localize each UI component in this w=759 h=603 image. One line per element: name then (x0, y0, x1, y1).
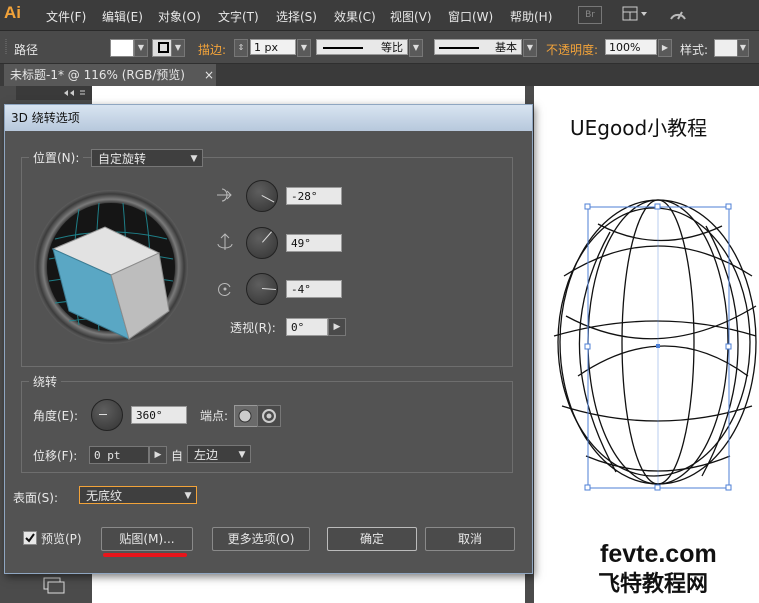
menu-view[interactable]: 视图(V) (390, 8, 432, 25)
dialog-title[interactable]: 3D 绕转选项 (5, 105, 532, 131)
cap-solid-icon (238, 409, 252, 423)
revolve-options-dialog: 3D 绕转选项 位置(N): 自定旋转 ▼ -28° 49° -4° 透视(R)… (4, 104, 533, 574)
graphic-style-swatch[interactable] (714, 39, 738, 57)
cap-hollow-icon (262, 409, 276, 423)
revolve-group-label: 绕转 (29, 373, 62, 390)
position-label: 位置(N): (29, 149, 84, 167)
fill-dropdown-icon[interactable]: ▼ (134, 39, 148, 57)
profile-dropdown-icon[interactable]: ▼ (409, 39, 423, 57)
cap-on-button[interactable] (234, 405, 258, 427)
surface-label: 表面(S): (13, 491, 59, 505)
highlight-underline (103, 553, 187, 557)
menu-edit[interactable]: 编辑(E) (102, 8, 143, 25)
angle-dial[interactable] (91, 399, 123, 431)
menu-window[interactable]: 窗口(W) (448, 8, 493, 25)
z-rotation-field[interactable]: -4° (286, 280, 342, 298)
x-rotation-dial[interactable] (246, 180, 278, 212)
checkmark-icon (25, 533, 35, 543)
wireframe-sphere[interactable] (526, 196, 759, 496)
control-bar: 路径 ▼ ▼ 描边: ⇕ 1 px ▼ 等比 ▼ 基本 ▼ 不透明度: 100%… (0, 31, 759, 64)
offset-arrow-icon[interactable]: ▶ (149, 446, 167, 464)
perspective-field[interactable]: 0° (286, 318, 328, 336)
chevron-down-icon: ▼ (190, 154, 198, 164)
x-axis-rotation-icon (217, 188, 232, 202)
opacity-field[interactable]: 100% (605, 39, 657, 55)
stroke-weight-dropdown-icon[interactable]: ▼ (297, 39, 311, 57)
menu-help[interactable]: 帮助(H) (510, 8, 552, 25)
cap-off-button[interactable] (257, 405, 281, 427)
map-art-button[interactable]: 贴图(M)... (101, 527, 193, 551)
path-label: 路径 (14, 43, 39, 57)
document-tab[interactable]: 未标题-1* @ 116% (RGB/预览) × (4, 64, 216, 86)
position-dropdown[interactable]: 自定旋转 ▼ (91, 149, 203, 167)
x-rotation-field[interactable]: -28° (286, 187, 342, 205)
opacity-label[interactable]: 不透明度: (546, 41, 598, 58)
offset-field[interactable]: 0 pt (89, 446, 149, 464)
bridge-button[interactable]: Br (578, 6, 602, 24)
angle-field[interactable]: 360° (131, 406, 187, 424)
brush-definition[interactable]: 基本 (434, 39, 522, 55)
tab-close-icon[interactable]: × (204, 64, 214, 86)
ok-button[interactable]: 确定 (327, 527, 417, 551)
z-rotation-dial[interactable] (246, 273, 278, 305)
menu-bar: Ai 文件(F) 编辑(E) 对象(O) 文字(T) 选择(S) 效果(C) 视… (0, 0, 759, 31)
track-cube[interactable] (33, 189, 189, 345)
fill-swatch[interactable] (110, 39, 134, 57)
surface-dropdown-value: 无底纹 (86, 489, 123, 503)
stroke-weight-field[interactable]: 1 px (250, 39, 296, 55)
canvas-title-text: UEgood小教程 (570, 116, 708, 140)
variable-width-profile[interactable]: 等比 (316, 39, 408, 55)
stroke-weight-label[interactable]: 描边: (198, 41, 226, 58)
brush-label: 基本 (495, 41, 517, 54)
surface-dropdown[interactable]: 无底纹 ▼ (79, 486, 197, 504)
menu-effect[interactable]: 效果(C) (334, 8, 376, 25)
stroke-dropdown-icon[interactable]: ▼ (171, 39, 185, 57)
screen-mode-icon[interactable] (42, 575, 66, 597)
profile-label: 等比 (381, 41, 403, 54)
workspace-layout-icon[interactable] (622, 6, 648, 22)
cap-label: 端点: (200, 409, 229, 423)
from-label: 自 (171, 449, 184, 463)
from-dropdown-value: 左边 (194, 448, 219, 462)
menu-file[interactable]: 文件(F) (46, 8, 86, 25)
watermark-name: 飞特教程网 (598, 572, 709, 597)
perspective-label: 透视(R): (230, 321, 276, 335)
collapse-icon[interactable] (62, 89, 86, 97)
app-logo: Ai (4, 3, 21, 22)
angle-label: 角度(E): (33, 409, 78, 423)
z-axis-rotation-icon (218, 283, 231, 296)
watermark-url: fevte.com (600, 540, 717, 568)
stroke-stepper-icon[interactable]: ⇕ (234, 39, 248, 57)
menu-type[interactable]: 文字(T) (218, 8, 259, 25)
offset-label: 位移(F): (33, 449, 78, 463)
gpu-performance-icon[interactable] (668, 5, 688, 25)
preview-label[interactable]: 预览(P) (41, 530, 82, 547)
menu-select[interactable]: 选择(S) (276, 8, 317, 25)
opacity-arrow-icon[interactable]: ▶ (658, 39, 672, 57)
y-axis-rotation-icon (217, 233, 233, 250)
style-label: 样式: (680, 43, 709, 57)
grip-icon (5, 39, 7, 55)
chevron-down-icon: ▼ (238, 450, 246, 460)
style-dropdown-icon[interactable]: ▼ (737, 39, 749, 57)
document-tab-title: 未标题-1* @ 116% (RGB/预览) (10, 68, 185, 82)
brush-dropdown-icon[interactable]: ▼ (523, 39, 537, 57)
perspective-arrow-icon[interactable]: ▶ (328, 318, 346, 336)
from-dropdown[interactable]: 左边 ▼ (187, 445, 251, 463)
cancel-button[interactable]: 取消 (425, 527, 515, 551)
chevron-down-icon: ▼ (184, 491, 192, 501)
more-options-button[interactable]: 更多选项(O) (212, 527, 310, 551)
y-rotation-field[interactable]: 49° (286, 234, 342, 252)
tools-panel-header[interactable] (16, 86, 92, 100)
position-dropdown-value: 自定旋转 (98, 152, 147, 166)
preview-checkbox[interactable] (23, 531, 37, 545)
menu-object[interactable]: 对象(O) (158, 8, 201, 25)
y-rotation-dial[interactable] (246, 227, 278, 259)
